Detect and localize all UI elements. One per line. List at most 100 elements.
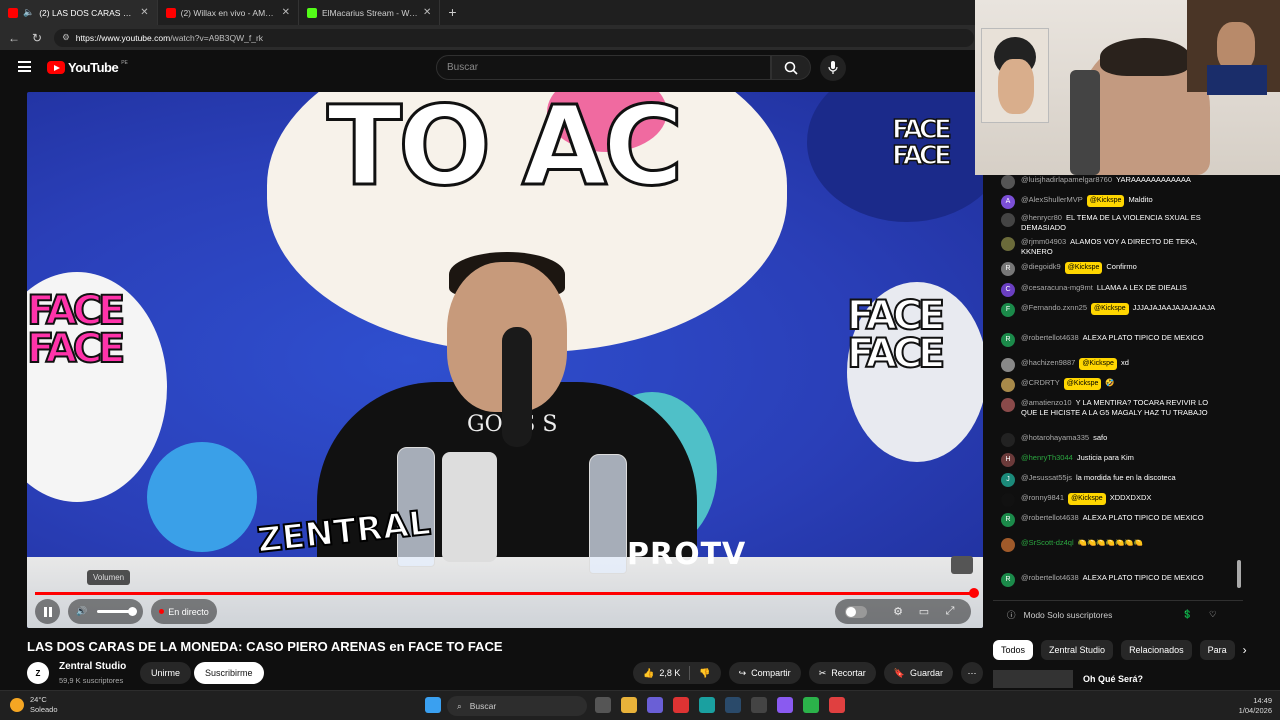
chat-username[interactable]: @Jesussat55js: [1021, 473, 1072, 482]
speaker-icon[interactable]: 🔈: [23, 7, 34, 18]
weather-widget[interactable]: 24°C Soleado: [10, 695, 58, 715]
chat-avatar[interactable]: [1001, 493, 1015, 507]
chat-avatar[interactable]: J: [1001, 473, 1015, 487]
menu-icon[interactable]: [18, 61, 31, 72]
url-field[interactable]: ⚙ https://www.youtube.com/watch?v=A9B3QW…: [54, 28, 975, 47]
more-options-button[interactable]: ⋯: [961, 662, 983, 684]
info-icon[interactable]: ⓘ: [1007, 609, 1016, 621]
chat-username[interactable]: @SrScott-dz4ql: [1021, 538, 1074, 547]
chat-username[interactable]: @ronny9841: [1021, 493, 1064, 502]
chat-avatar[interactable]: [1001, 378, 1015, 392]
chat-avatar[interactable]: C: [1001, 283, 1015, 297]
close-tab-icon[interactable]: ✕: [140, 7, 148, 18]
browser-tab-1[interactable]: 🔈 (2) LAS DOS CARAS DE LA M ✕: [0, 0, 158, 25]
chip-zentral-studio[interactable]: Zentral Studio: [1041, 640, 1114, 660]
related-video-item[interactable]: Oh Qué Será?: [993, 670, 1238, 688]
browser-tab-3[interactable]: ElMacarius Stream - Watch Live on ✕: [299, 0, 441, 25]
site-info-icon[interactable]: ⚙: [62, 32, 70, 43]
chat-username[interactable]: @hotarohayama335: [1021, 433, 1089, 442]
fullscreen-icon[interactable]: ⤢: [939, 605, 961, 618]
close-tab-icon[interactable]: ✕: [423, 7, 431, 18]
channel-name[interactable]: Zentral Studio: [59, 661, 126, 672]
live-indicator[interactable]: En directo: [151, 599, 217, 624]
reload-icon[interactable]: ↻: [32, 31, 42, 45]
heart-icon[interactable]: ♡: [1209, 609, 1217, 620]
calculator-icon[interactable]: [751, 697, 767, 713]
settings-gear-icon[interactable]: ⚙: [887, 605, 909, 618]
search-button[interactable]: [771, 55, 811, 80]
chat-username[interactable]: @CRDRTY: [1021, 378, 1060, 387]
app-icon[interactable]: [673, 697, 689, 713]
chip-related[interactable]: Relacionados: [1121, 640, 1192, 660]
chat-username[interactable]: @luisjhadirlapamelgar8760: [1021, 175, 1112, 184]
like-button[interactable]: 👍 2,8 K 👎: [633, 662, 721, 684]
related-title[interactable]: Oh Qué Será?: [1083, 674, 1143, 684]
chat-avatar[interactable]: R: [1001, 262, 1015, 276]
video-player[interactable]: FACEFACE FACEFACE FACEFACE TO AC GODS S …: [27, 92, 983, 628]
messenger-icon[interactable]: [777, 697, 793, 713]
chat-avatar[interactable]: [1001, 213, 1015, 227]
clip-button[interactable]: ✂ Recortar: [808, 662, 876, 684]
file-explorer-icon[interactable]: [621, 697, 637, 713]
steam-icon[interactable]: [725, 697, 741, 713]
chat-username[interactable]: @robertellot4638: [1021, 333, 1079, 342]
chat-avatar[interactable]: H: [1001, 453, 1015, 467]
subscribe-button[interactable]: Suscribirme: [194, 662, 264, 684]
chat-username[interactable]: @amatienzo10: [1021, 398, 1072, 407]
chat-username[interactable]: @henryTh3044: [1021, 453, 1073, 462]
chat-username[interactable]: @Fernando.zxnn25: [1021, 303, 1087, 312]
chat-avatar[interactable]: R: [1001, 513, 1015, 527]
join-button[interactable]: Unirme: [140, 662, 192, 684]
chat-avatar[interactable]: R: [1001, 573, 1015, 587]
pause-button[interactable]: [35, 599, 60, 624]
chat-username[interactable]: @cesaracuna-mg9mt: [1021, 283, 1093, 292]
chat-username[interactable]: @henrycr80: [1021, 213, 1062, 222]
chat-avatar[interactable]: [1001, 398, 1015, 412]
related-thumbnail[interactable]: [993, 670, 1073, 688]
chat-avatar[interactable]: [1001, 175, 1015, 189]
theater-mode-icon[interactable]: ▭: [913, 605, 935, 618]
chat-avatar[interactable]: [1001, 358, 1015, 372]
new-tab-icon[interactable]: +: [440, 0, 464, 25]
edge-icon[interactable]: [699, 697, 715, 713]
close-tab-icon[interactable]: ✕: [282, 7, 290, 18]
task-view-icon[interactable]: [595, 697, 611, 713]
progress-bar[interactable]: [35, 588, 979, 598]
save-button[interactable]: 🔖 Guardar: [883, 662, 953, 684]
volume-control[interactable]: 🔊: [68, 599, 144, 624]
chip-all[interactable]: Todos: [993, 640, 1034, 660]
chat-username[interactable]: @hachizen9887: [1021, 358, 1075, 367]
channel-watermark-icon[interactable]: [951, 556, 973, 574]
channel-avatar[interactable]: Z: [27, 662, 49, 684]
system-clock[interactable]: 14:49 1/04/2026: [1239, 696, 1272, 716]
chat-avatar[interactable]: [1001, 538, 1015, 552]
chrome-icon[interactable]: [829, 697, 845, 713]
chat-avatar[interactable]: [1001, 237, 1015, 251]
chevron-right-icon[interactable]: ›: [1243, 640, 1247, 660]
taskbar-search[interactable]: ⌕ Buscar: [447, 696, 587, 716]
chat-avatar[interactable]: A: [1001, 195, 1015, 209]
progress-knob[interactable]: [969, 588, 979, 598]
chat-username[interactable]: @diegoidk9: [1021, 262, 1061, 271]
chat-username[interactable]: @rjmm04903: [1021, 237, 1066, 246]
share-button[interactable]: ↪ Compartir: [728, 662, 801, 684]
chat-avatar[interactable]: F: [1001, 303, 1015, 317]
windows-start-icon[interactable]: [425, 697, 441, 713]
chat-scrollbar[interactable]: [1237, 560, 1241, 588]
search-input[interactable]: Buscar: [436, 55, 771, 80]
browser-tab-2[interactable]: (2) Willax en vivo - AMOR Y FUEGO ✕: [158, 0, 299, 25]
copilot-icon[interactable]: [647, 697, 663, 713]
chat-username[interactable]: @AlexShullerMVP: [1021, 195, 1083, 204]
chat-avatar[interactable]: R: [1001, 333, 1015, 347]
chat-username[interactable]: @robertellot4638: [1021, 513, 1079, 522]
whatsapp-icon[interactable]: [803, 697, 819, 713]
volume-icon[interactable]: 🔊: [76, 606, 87, 617]
voice-search-button[interactable]: [820, 55, 846, 81]
youtube-logo[interactable]: YouTube PE: [47, 60, 128, 75]
autoplay-toggle[interactable]: [845, 605, 867, 618]
volume-slider[interactable]: [97, 607, 138, 616]
thumbs-down-icon[interactable]: 👎: [699, 668, 710, 679]
super-chat-icon[interactable]: 💲: [1182, 609, 1193, 620]
chip-for-you[interactable]: Para: [1199, 640, 1235, 660]
chat-username[interactable]: @robertellot4638: [1021, 573, 1079, 582]
